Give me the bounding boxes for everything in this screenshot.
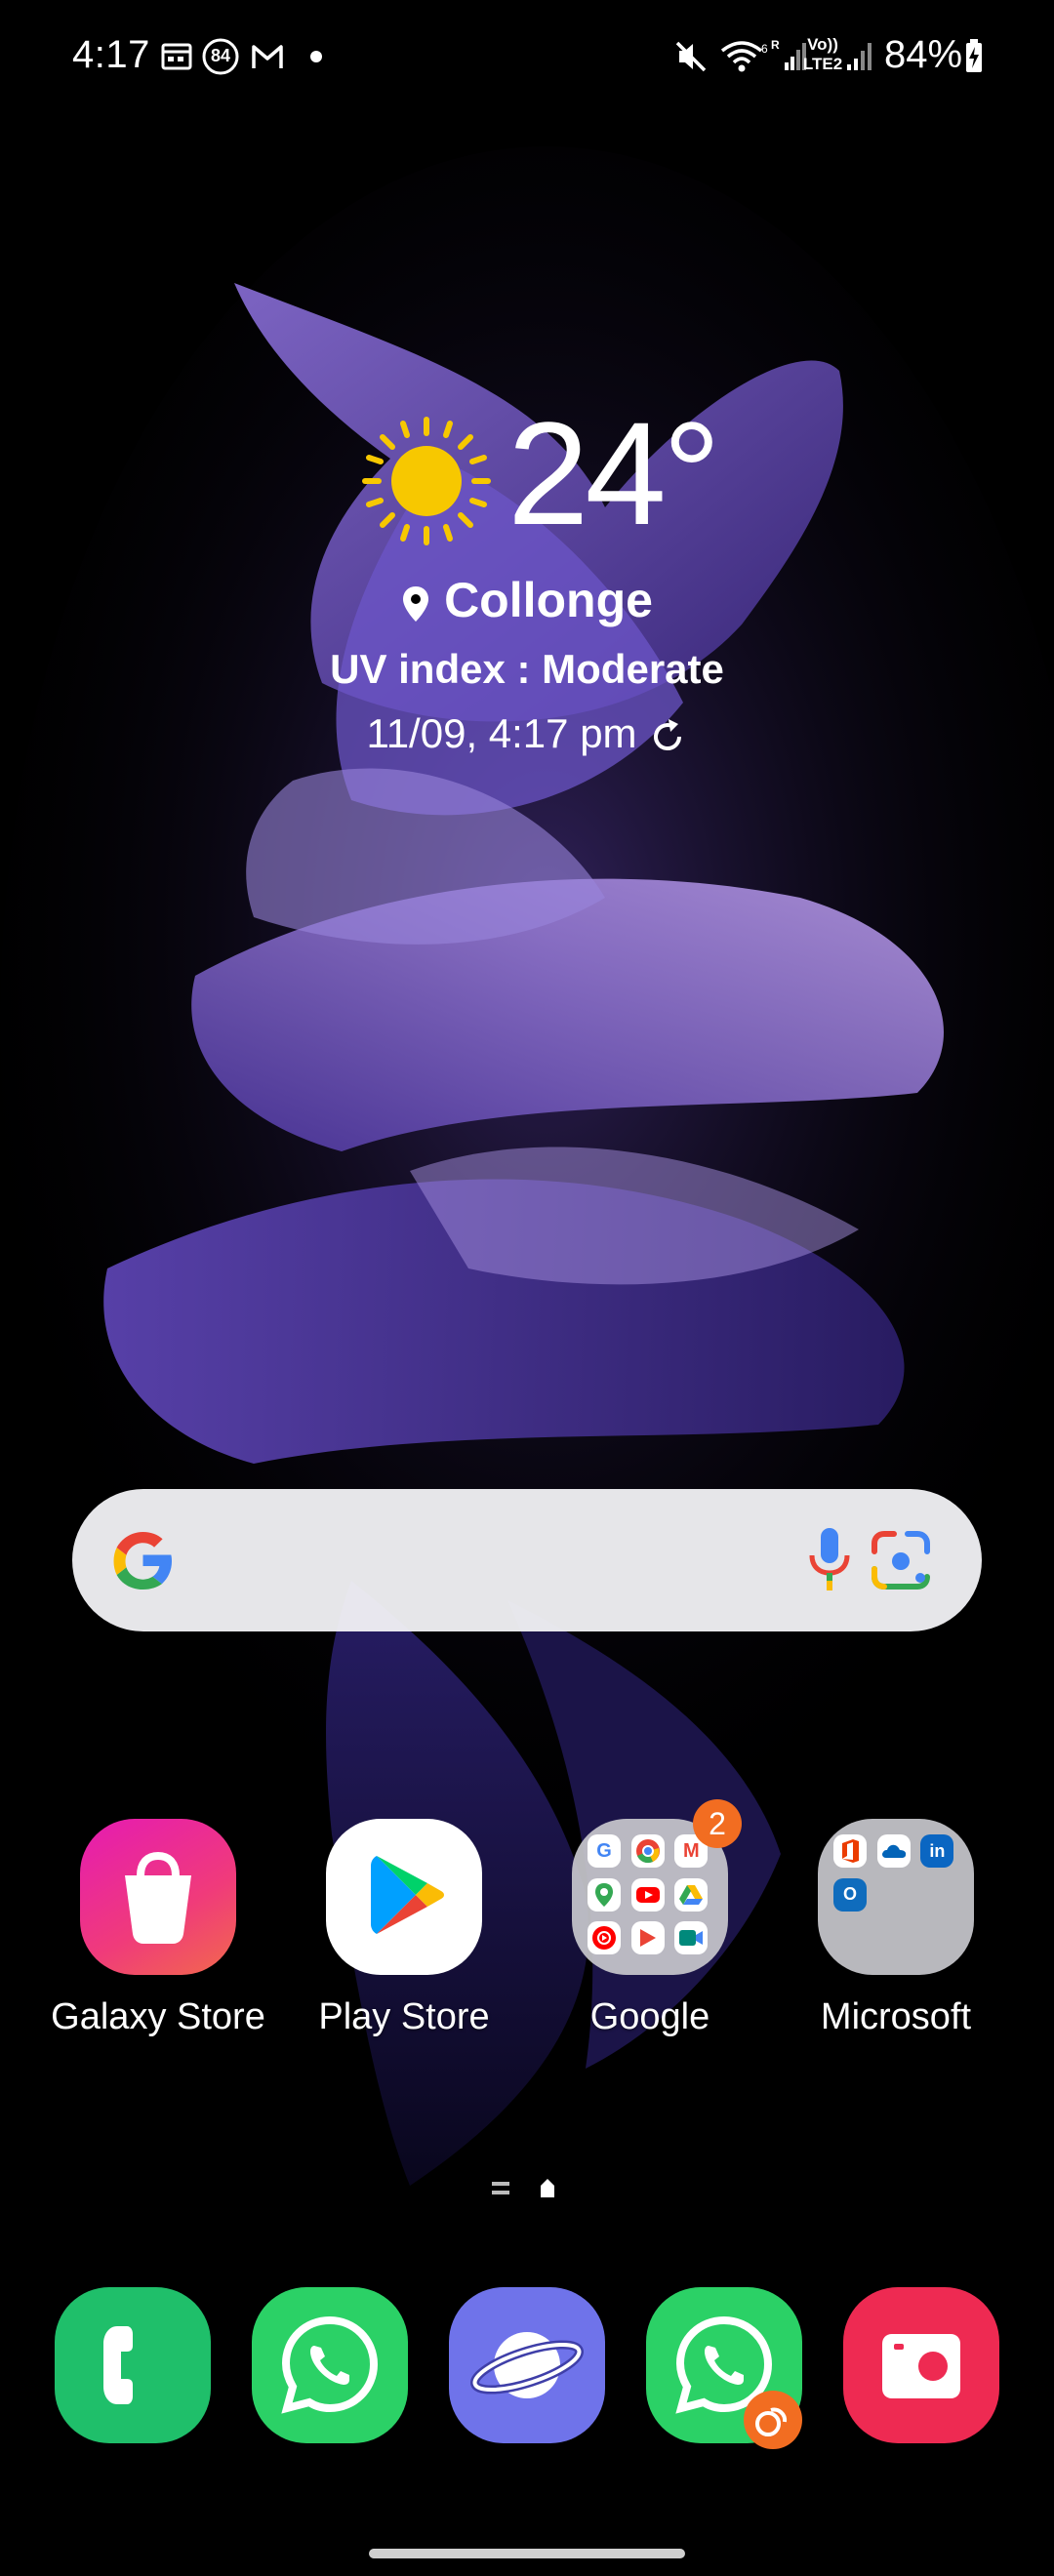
google-lens-icon[interactable] [865, 1524, 937, 1596]
chrome-icon [630, 1834, 665, 1868]
app-label: Microsoft [820, 1996, 972, 2037]
outlook-icon: O [833, 1877, 867, 1912]
maps-icon [588, 1877, 621, 1912]
google-folder-icon: G M 2 [572, 1799, 742, 1975]
gesture-navigation-bar[interactable] [369, 2549, 685, 2558]
drive-icon [674, 1877, 709, 1912]
office-icon [833, 1834, 867, 1868]
meet-icon [674, 1921, 709, 1955]
wifi-icon: 6 [720, 41, 768, 72]
google-icon: G [588, 1834, 621, 1868]
dock-samsung-internet[interactable] [449, 2287, 605, 2443]
weather-location: Collonge [0, 572, 1054, 628]
weather-updated-label: 11/09, 4:17 pm [366, 710, 637, 756]
weather-temperature: 24° [507, 391, 721, 555]
calendar-icon [161, 43, 192, 70]
weather-location-label: Collonge [444, 573, 653, 627]
location-pin-icon [403, 585, 429, 622]
play-movies-icon [630, 1921, 665, 1955]
app-label: Google [589, 1996, 710, 2037]
onedrive-icon [876, 1834, 911, 1868]
home-screen: 4:17 84 6 R Vo)) LTE2 84% 24° Collonge U… [0, 0, 1054, 2576]
signal-icon [847, 43, 872, 70]
linkedin-icon: in [920, 1834, 954, 1868]
app-folder-microsoft[interactable]: in O Microsoft [789, 1819, 1003, 2038]
status-time: 4:17 [72, 33, 150, 76]
dock-whatsapp-dual[interactable] [646, 2287, 802, 2449]
svg-text:6: 6 [761, 42, 768, 56]
google-search-bar[interactable] [72, 1489, 982, 1631]
microsoft-folder-icon: in O [818, 1819, 974, 1975]
youtube-music-icon [588, 1921, 621, 1955]
aqi-84-icon: 84 [201, 37, 240, 76]
app-label: Play Store [318, 1996, 490, 2037]
samsung-internet-icon [470, 2332, 584, 2398]
weather-uv-index: UV index : Moderate [330, 646, 724, 692]
more-dot-icon [310, 51, 322, 62]
galaxy-store-icon [80, 1819, 236, 1975]
youtube-icon [630, 1877, 665, 1912]
weather-updated: 11/09, 4:17 pm [0, 710, 1054, 757]
page-indicator[interactable] [484, 2174, 582, 2203]
svg-text:R: R [771, 38, 780, 52]
status-bar: 4:17 84 6 R Vo)) LTE2 84% [0, 0, 1054, 117]
app-play-store[interactable]: Play Store [297, 1819, 511, 2038]
dock-whatsapp[interactable] [252, 2287, 408, 2443]
app-folder-google[interactable]: G M 2 Google [543, 1799, 757, 2038]
dock-camera[interactable] [843, 2287, 999, 2443]
app-galaxy-store[interactable]: Galaxy Store [51, 1819, 265, 2038]
app-label: Galaxy Store [51, 1996, 265, 2037]
mute-icon [675, 41, 707, 72]
gmail-icon [252, 45, 283, 68]
google-g-icon [113, 1532, 172, 1590]
phone-icon [103, 2326, 133, 2404]
camera-icon [882, 2334, 960, 2398]
refresh-icon[interactable] [647, 716, 688, 757]
dual-messenger-badge-icon [744, 2391, 802, 2449]
sun-icon [362, 417, 491, 545]
whatsapp-icon [281, 2315, 379, 2414]
volte-lte2-icon: Vo)) LTE2 [802, 35, 843, 73]
aqi-value: 84 [210, 46, 231, 65]
menu-lines-icon [492, 2182, 509, 2194]
battery-percent: 84% [884, 33, 963, 76]
home-page-icon [541, 2179, 554, 2197]
play-store-icon [326, 1819, 482, 1975]
dock-phone[interactable] [55, 2287, 211, 2443]
battery-charging-icon [966, 39, 982, 72]
notification-badge: 2 [693, 1799, 742, 1848]
microphone-icon[interactable] [800, 1524, 859, 1596]
